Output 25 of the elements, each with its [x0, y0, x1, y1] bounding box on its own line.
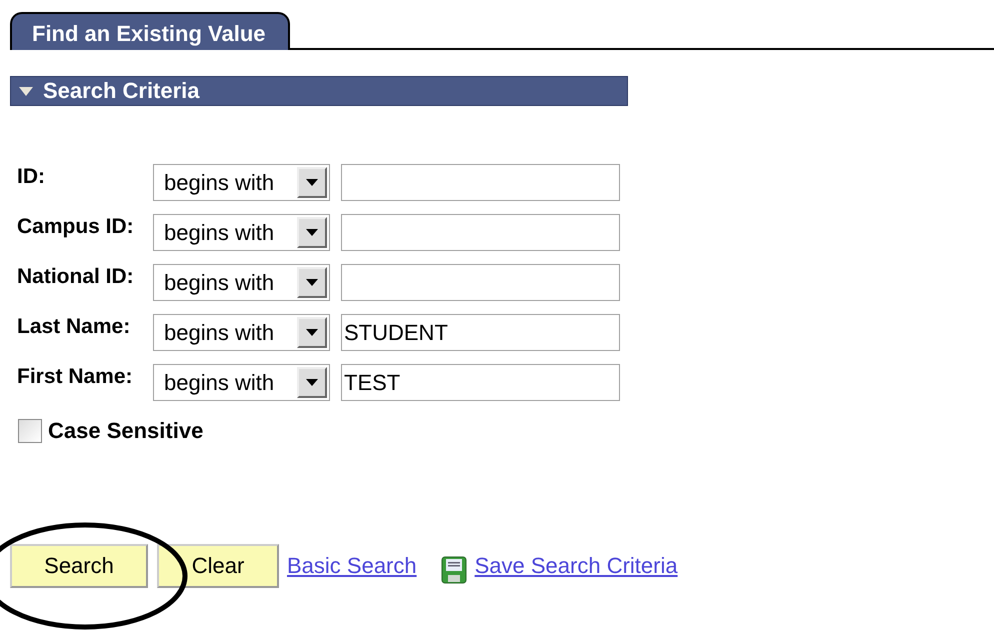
tab[interactable]: Find an Existing Value	[10, 12, 290, 50]
input-field[interactable]	[341, 264, 620, 301]
input-field[interactable]: STUDENT	[341, 314, 620, 351]
input-field[interactable]: TEST	[341, 364, 620, 401]
input-field[interactable]	[341, 214, 620, 251]
section-title: Search Criteria	[43, 78, 200, 104]
field-label: ID:	[17, 164, 46, 189]
operator-dropdown[interactable]: begins with	[153, 214, 330, 251]
operator-dropdown[interactable]: begins with	[153, 314, 330, 351]
collapse-icon[interactable]	[19, 86, 33, 96]
action-button[interactable]: Search	[10, 544, 148, 588]
field-label: Last Name:	[17, 314, 132, 339]
field-label: Campus ID:	[17, 214, 135, 239]
checkbox[interactable]	[18, 419, 42, 443]
operator-dropdown[interactable]: begins with	[153, 264, 330, 301]
link[interactable]: Basic Search	[287, 553, 417, 579]
checkbox-label: Case Sensitive	[48, 418, 204, 444]
action-button[interactable]: Clear	[157, 544, 279, 588]
input-field[interactable]	[341, 164, 620, 201]
field-label: First Name:	[17, 364, 134, 389]
operator-dropdown[interactable]: begins with	[153, 164, 330, 201]
link[interactable]: Save Search Criteria	[474, 553, 678, 579]
section-header[interactable]: Search Criteria	[10, 76, 628, 106]
operator-dropdown[interactable]: begins with	[153, 364, 330, 401]
field-label: National ID:	[17, 264, 135, 289]
